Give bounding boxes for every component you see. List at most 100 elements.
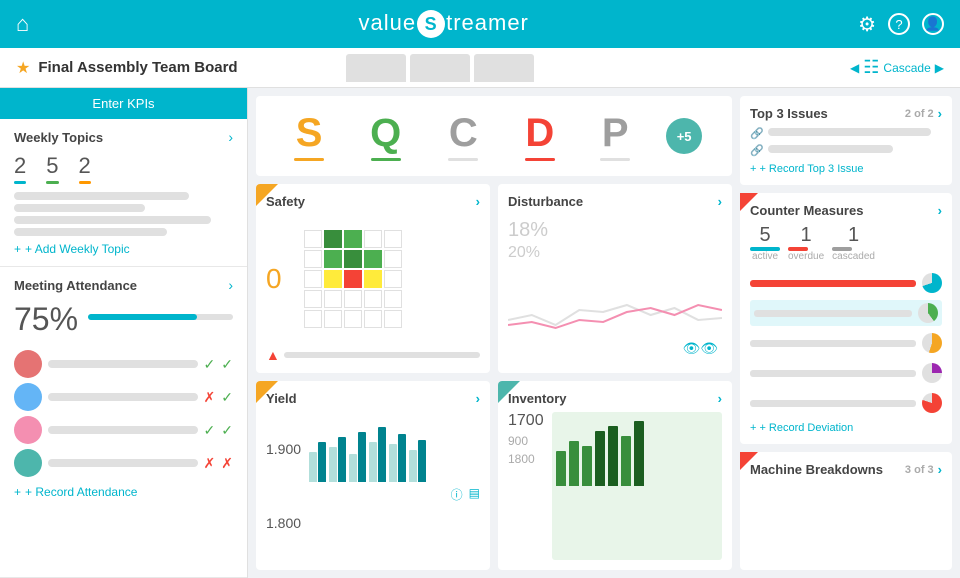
record-top3-issue-button[interactable]: + + Record Top 3 Issue — [750, 163, 942, 175]
count-item-2: 5 — [46, 153, 58, 184]
sqcdp-S[interactable]: S — [286, 111, 333, 161]
sqcdp-C[interactable]: C — [439, 111, 488, 161]
enter-kpis-button[interactable]: Enter KPIs — [0, 88, 247, 119]
safety-card-title: Safety › — [266, 194, 480, 209]
safety-corner — [256, 184, 278, 206]
safety-warning: ▲ — [266, 347, 480, 363]
yield-val2: 1.800 — [266, 515, 301, 531]
tab-3[interactable] — [474, 54, 534, 82]
grid-cell — [304, 230, 322, 248]
cm-row-highlighted — [750, 300, 942, 326]
gear-icon[interactable]: ⚙ — [858, 12, 876, 37]
record-deviation-button[interactable]: + + Record Deviation — [750, 422, 942, 434]
cm-pie-chart[interactable] — [922, 333, 942, 353]
attendee-row: ✗ ✗ — [14, 449, 233, 477]
safety-arrow[interactable]: › — [476, 194, 480, 209]
home-icon[interactable]: ⌂ — [16, 11, 29, 37]
topic-line — [14, 204, 145, 212]
grid-cell — [364, 310, 382, 328]
inventory-content: 1700 900 1800 — [508, 412, 722, 560]
attendee-list: ✓ ✓ ✗ ✓ ✓ ✓ ✗ — [14, 350, 233, 477]
mb-count: 3 of 3 — [905, 464, 934, 476]
bar — [398, 434, 406, 482]
weekly-topics-arrow[interactable]: › — [228, 129, 233, 145]
sqcdp-D[interactable]: D — [515, 111, 564, 161]
count-bar-2 — [46, 181, 58, 184]
sqcdp-more-button[interactable]: +5 — [666, 118, 702, 154]
cards-row-2: Yield › 1.900 1.800 — [256, 381, 732, 570]
grid-cell — [384, 230, 402, 248]
bar-group — [309, 442, 326, 482]
chart-icon[interactable]: ▤ — [469, 486, 480, 503]
bar — [409, 450, 417, 482]
check-icon: ✓ — [221, 389, 233, 406]
grid-cell — [344, 250, 362, 268]
inv-bar — [569, 441, 579, 486]
glasses-icon[interactable]: 👁👁 — [682, 340, 718, 357]
record-attendance-label: + Record Attendance — [25, 485, 137, 499]
cm-row-bar — [754, 310, 912, 317]
cm-overdue-label: overdue — [788, 251, 824, 262]
safety-card: Safety › 0 — [256, 184, 490, 373]
grid-cell — [364, 290, 382, 308]
count-bar-3 — [79, 181, 91, 184]
check-icon: ✓ — [204, 422, 216, 439]
safety-value: 0 — [266, 263, 296, 295]
warning-icon: ▲ — [266, 347, 280, 363]
avatar — [14, 350, 42, 378]
favorite-star[interactable]: ★ — [16, 58, 30, 78]
issue-row-2: 🔗 — [750, 144, 942, 157]
top3-issues-title: Top 3 Issues 2 of 2 › — [750, 106, 942, 121]
cm-pie-chart[interactable] — [922, 363, 942, 383]
yield-content: 1.900 1.800 ⓘ — [266, 412, 480, 560]
inv-bar — [595, 431, 605, 486]
record-top3-label: + Record Top 3 Issue — [759, 163, 863, 175]
grid-cell — [344, 230, 362, 248]
sqcdp-underline-P — [600, 158, 630, 161]
sqcdp-P[interactable]: P — [592, 111, 639, 161]
cm-pie-chart[interactable] — [922, 393, 942, 413]
attendance-bar-bg — [88, 314, 233, 320]
inventory-corner — [498, 381, 520, 403]
mb-arrow[interactable]: › — [938, 462, 942, 477]
cascade-label: Cascade — [883, 61, 930, 75]
cascade-button[interactable]: ◀ ☷ Cascade ▶ — [850, 57, 944, 78]
cm-title: Counter Measures › — [750, 203, 942, 218]
inventory-chart — [552, 412, 722, 560]
yield-arrow[interactable]: › — [476, 391, 480, 406]
attendee-row: ✓ ✓ — [14, 350, 233, 378]
disturbance-arrow[interactable]: › — [718, 194, 722, 209]
inventory-arrow[interactable]: › — [718, 391, 722, 406]
cm-stats: 5 active 1 overdue 1 cascaded — [750, 224, 942, 262]
cm-cascaded-stat: 1 cascaded — [832, 224, 875, 262]
inv-bar — [634, 421, 644, 486]
attendee-name — [48, 459, 198, 467]
user-icon[interactable]: 👤 — [922, 13, 944, 35]
cm-pie-chart[interactable] — [918, 303, 938, 323]
cross-icon: ✗ — [204, 455, 216, 472]
cm-arrow[interactable]: › — [938, 203, 942, 218]
attendance-percentage: 75% — [14, 301, 78, 338]
sqcdp-Q[interactable]: Q — [360, 111, 411, 161]
grid-cell — [364, 270, 382, 288]
top3-issues-arrow[interactable]: › — [938, 106, 942, 121]
bar — [358, 432, 366, 482]
yield-bar-chart — [309, 412, 480, 482]
avatar — [14, 416, 42, 444]
issue-row-1: 🔗 — [750, 127, 942, 140]
cm-pie-chart[interactable] — [922, 273, 942, 293]
add-weekly-topic-button[interactable]: + + Add Weekly Topic — [14, 242, 233, 256]
plus-icon: + — [14, 242, 21, 256]
record-attendance-button[interactable]: + + Record Attendance — [14, 485, 233, 499]
help-icon[interactable]: ? — [888, 13, 910, 35]
tab-1[interactable] — [346, 54, 406, 82]
meeting-attendance-arrow[interactable]: › — [228, 277, 233, 293]
record-deviation-label: + Record Deviation — [759, 422, 853, 434]
tab-2[interactable] — [410, 54, 470, 82]
bar — [378, 427, 386, 482]
grid-cell — [384, 270, 402, 288]
page-title: Final Assembly Team Board — [38, 59, 338, 76]
cm-row-bar — [750, 340, 916, 347]
weekly-counts: 2 5 2 — [14, 153, 233, 184]
info-icon[interactable]: ⓘ — [451, 486, 463, 503]
